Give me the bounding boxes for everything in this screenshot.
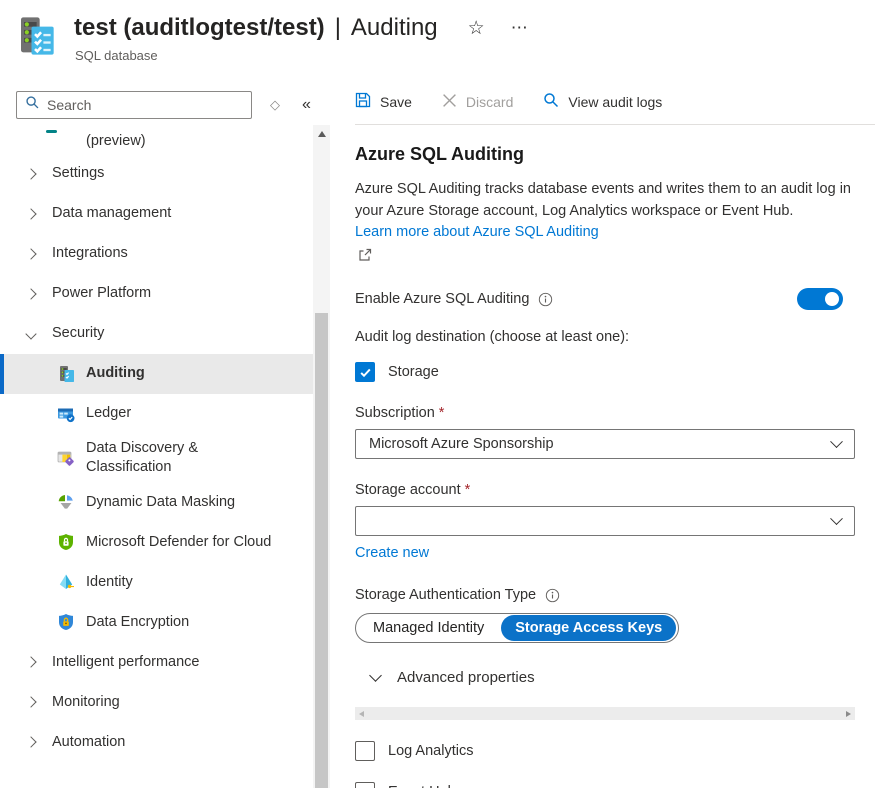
- scroll-up-icon[interactable]: [313, 125, 330, 142]
- chevron-down-icon: [830, 512, 843, 525]
- description-text: Azure SQL Auditing tracks database event…: [355, 178, 855, 222]
- discard-button[interactable]: Discard: [442, 93, 513, 111]
- resource-type-subtitle: SQL database: [75, 48, 158, 63]
- storage-checkbox-row[interactable]: Storage: [355, 362, 855, 382]
- scrollbar-thumb[interactable]: [315, 313, 328, 788]
- auditing-icon: [57, 365, 75, 383]
- resource-menu-sidebar: ◇ « (preview) Settings Data management I…: [0, 78, 330, 788]
- sidebar-item-monitoring[interactable]: Monitoring: [0, 682, 313, 722]
- scroll-right-icon[interactable]: [846, 711, 851, 717]
- scroll-left-icon[interactable]: [359, 711, 364, 717]
- audit-logs-search-icon: [543, 92, 559, 111]
- favorite-star-icon[interactable]: ☆: [468, 17, 485, 40]
- sidebar-item-auditing[interactable]: Auditing: [0, 354, 313, 394]
- storage-access-keys-option[interactable]: Storage Access Keys: [501, 615, 676, 641]
- sidebar-item-data-management[interactable]: Data management: [0, 194, 313, 234]
- chevron-right-icon: [25, 208, 36, 219]
- ledger-icon: [57, 405, 75, 423]
- sidebar-item-intelligent-performance[interactable]: Intelligent performance: [0, 642, 313, 682]
- sidebar-item-integrations[interactable]: Integrations: [0, 234, 313, 274]
- data-discovery-icon: [57, 449, 75, 467]
- identity-icon: [57, 573, 75, 591]
- sidebar-item-defender[interactable]: Microsoft Defender for Cloud: [0, 522, 313, 562]
- chevron-right-icon: [25, 737, 36, 748]
- sidebar-nav: (preview) Settings Data management Integ…: [0, 128, 330, 788]
- info-icon[interactable]: [538, 292, 553, 307]
- subscription-label: Subscription*: [355, 405, 855, 421]
- create-new-link[interactable]: Create new: [355, 545, 429, 561]
- sidebar-item-data-discovery[interactable]: Data Discovery & Classification: [0, 434, 313, 482]
- encryption-shield-icon: [57, 613, 75, 631]
- sidebar-item-settings[interactable]: Settings: [0, 154, 313, 194]
- sidebar-item-preview[interactable]: (preview): [0, 128, 313, 154]
- search-icon: [25, 95, 40, 115]
- chevron-right-icon: [25, 657, 36, 668]
- enable-auditing-label: Enable Azure SQL Auditing: [355, 291, 529, 307]
- auth-type-label: Storage Authentication Type: [355, 587, 536, 603]
- save-button[interactable]: Save: [355, 92, 412, 111]
- log-analytics-checkbox-row[interactable]: Log Analytics: [355, 741, 855, 761]
- sidebar-scrollbar[interactable]: [313, 125, 330, 788]
- auth-type-toggle: Managed Identity Storage Access Keys: [355, 613, 679, 643]
- defender-shield-icon: [57, 533, 75, 551]
- collapse-sidebar-icon[interactable]: «: [302, 96, 311, 114]
- sidebar-item-security[interactable]: Security: [0, 314, 313, 354]
- subscription-dropdown[interactable]: Microsoft Azure Sponsorship: [355, 429, 855, 459]
- sidebar-item-power-platform[interactable]: Power Platform: [0, 274, 313, 314]
- storage-account-dropdown[interactable]: [355, 506, 855, 536]
- horizontal-scrollbar[interactable]: [355, 707, 855, 720]
- command-bar: Save Discard View audit logs: [355, 92, 875, 125]
- more-options-icon[interactable]: ⋯: [511, 18, 530, 38]
- storage-account-label: Storage account*: [355, 482, 855, 498]
- sidebar-search-box[interactable]: [16, 91, 252, 119]
- diamond-icon[interactable]: ◇: [270, 97, 280, 113]
- sidebar-item-identity[interactable]: Identity: [0, 562, 313, 602]
- subscription-value: Microsoft Azure Sponsorship: [369, 436, 554, 452]
- view-audit-logs-button[interactable]: View audit logs: [543, 92, 662, 111]
- chevron-down-icon: [369, 669, 382, 682]
- sidebar-item-data-encryption[interactable]: Data Encryption: [0, 602, 313, 642]
- sidebar-item-dynamic-data-masking[interactable]: Dynamic Data Masking: [0, 482, 313, 522]
- chevron-down-icon: [830, 435, 843, 448]
- sidebar-item-automation[interactable]: Automation: [0, 722, 313, 762]
- title-divider: |: [335, 14, 341, 42]
- event-hub-checkbox[interactable]: [355, 782, 375, 788]
- blade-name: Auditing: [351, 14, 438, 42]
- sidebar-item-ledger[interactable]: Ledger: [0, 394, 313, 434]
- log-analytics-checkbox[interactable]: [355, 741, 375, 761]
- required-marker: *: [465, 482, 471, 498]
- resource-name: test (auditlogtest/test): [74, 14, 325, 42]
- page-header: test (auditlogtest/test) | Auditing ☆ ⋯ …: [0, 0, 875, 78]
- search-input[interactable]: [47, 97, 243, 113]
- data-masking-icon: [57, 493, 75, 511]
- chevron-right-icon: [25, 697, 36, 708]
- auditing-blade: Save Discard View audit logs Azur: [330, 78, 875, 788]
- external-link-icon[interactable]: [358, 248, 855, 267]
- storage-checkbox[interactable]: [355, 362, 375, 382]
- clipped-icon: [46, 130, 57, 133]
- chevron-down-icon: [25, 328, 36, 339]
- required-marker: *: [439, 405, 445, 421]
- advanced-properties-expander[interactable]: Advanced properties: [371, 669, 855, 686]
- toggle-knob: [825, 292, 839, 306]
- chevron-right-icon: [25, 288, 36, 299]
- sql-database-icon: [14, 15, 56, 57]
- discard-x-icon: [442, 93, 457, 111]
- event-hub-checkbox-row[interactable]: Event Hub: [355, 782, 855, 788]
- destination-label: Audit log destination (choose at least o…: [355, 329, 855, 345]
- learn-more-link[interactable]: Learn more about Azure SQL Auditing: [355, 224, 599, 240]
- info-icon[interactable]: [545, 588, 560, 603]
- chevron-right-icon: [25, 248, 36, 259]
- enable-auditing-toggle[interactable]: [797, 288, 843, 310]
- page-title: test (auditlogtest/test) | Auditing ☆ ⋯: [74, 14, 530, 42]
- section-heading: Azure SQL Auditing: [355, 144, 855, 165]
- save-icon: [355, 92, 371, 111]
- chevron-right-icon: [25, 168, 36, 179]
- managed-identity-option[interactable]: Managed Identity: [356, 620, 501, 636]
